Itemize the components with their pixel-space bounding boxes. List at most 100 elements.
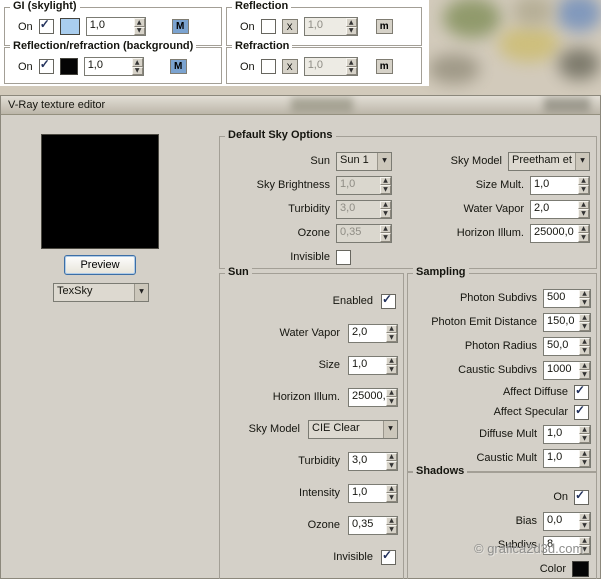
sun-sky-model-dropdown[interactable]: CIE Clear ▼ — [308, 419, 398, 439]
bias-spinner[interactable]: 0,0 ▲ ▼ — [543, 511, 591, 531]
sun-ozone-spinner[interactable]: 0,35 ▲ ▼ — [348, 515, 398, 535]
spin-up-button[interactable]: ▲ — [579, 512, 590, 521]
refraction-clear-button[interactable]: X — [281, 59, 298, 74]
spin-up-button[interactable]: ▲ — [578, 200, 589, 209]
background-color-swatch[interactable] — [59, 58, 78, 75]
spin-up-button[interactable]: ▲ — [386, 484, 397, 493]
spin-up-button[interactable]: ▲ — [579, 289, 590, 298]
spin-down-button[interactable]: ▼ — [386, 493, 397, 502]
spin-value[interactable]: 150,0 — [544, 314, 579, 331]
refraction-map-button[interactable]: m — [375, 59, 393, 74]
spin-down-button[interactable]: ▼ — [579, 458, 590, 467]
spin-up-button[interactable]: ▲ — [579, 313, 590, 322]
spin-up-button[interactable]: ▲ — [131, 58, 143, 67]
spin-down-button[interactable]: ▼ — [579, 322, 590, 331]
spin-up-button[interactable]: ▲ — [386, 356, 397, 365]
spin-up-button[interactable]: ▲ — [345, 18, 357, 27]
spin-down-button[interactable]: ▼ — [386, 461, 397, 470]
spin-up-button[interactable]: ▲ — [386, 324, 397, 333]
spin-value[interactable]: 1,0 — [531, 177, 578, 194]
gi-on-checkbox[interactable]: ✓ — [38, 17, 54, 34]
spin-value[interactable]: 50,0 — [544, 338, 579, 355]
spin-up-button[interactable]: ▲ — [579, 425, 590, 434]
turbidity-spinner[interactable]: 3,0 ▲ ▼ — [336, 199, 392, 219]
spin-value[interactable]: 1,0 — [337, 177, 380, 194]
spin-up-button[interactable]: ▲ — [579, 337, 590, 346]
reflection-clear-button[interactable]: X — [281, 19, 298, 34]
default-sky-invisible-checkbox[interactable]: ✓ — [336, 249, 351, 265]
diffuse-mult-spinner[interactable]: 1,0 ▲ ▼ — [543, 424, 591, 444]
horizon-illum-spinner[interactable]: 25000,0 ▲ ▼ — [530, 223, 590, 243]
sun-enabled-checkbox[interactable]: ✓ — [381, 292, 396, 309]
spin-value[interactable]: 1,0 — [544, 450, 579, 467]
texture-type-dropdown[interactable]: TexSky ▼ — [53, 283, 149, 302]
spin-value[interactable]: 500 — [544, 290, 579, 307]
spin-up-button[interactable]: ▲ — [386, 452, 397, 461]
spin-value[interactable]: 1,0 — [305, 18, 346, 35]
photon-subdivs-spinner[interactable]: 500 ▲ ▼ — [543, 288, 591, 308]
spin-down-button[interactable]: ▼ — [579, 521, 590, 530]
reflection-on-checkbox[interactable]: ✓ — [260, 19, 276, 34]
spin-down-button[interactable]: ▼ — [133, 26, 145, 35]
affect-diffuse-checkbox[interactable]: ✓ — [574, 383, 589, 400]
spin-value[interactable]: 1,0 — [85, 58, 132, 75]
spin-value[interactable]: 2,0 — [531, 201, 578, 218]
sun-dropdown[interactable]: Sun 1 ▼ — [336, 151, 392, 171]
spin-down-button[interactable]: ▼ — [345, 66, 357, 75]
spin-up-button[interactable]: ▲ — [386, 388, 397, 397]
refraction-multiplier-spinner[interactable]: 1,0 ▲ ▼ — [303, 57, 358, 76]
spin-down-button[interactable]: ▼ — [579, 434, 590, 443]
sky-model-dropdown[interactable]: Preetham et al ▼ — [508, 151, 590, 171]
spin-down-button[interactable]: ▼ — [578, 209, 589, 218]
spin-value[interactable]: 3,0 — [337, 201, 380, 218]
spin-value[interactable]: 1,0 — [544, 426, 579, 443]
spin-value[interactable]: 2,0 — [349, 325, 386, 342]
sun-size-spinner[interactable]: 1,0 ▲ ▼ — [348, 355, 398, 375]
refl-refr-multiplier-spinner[interactable]: 1,0 ▲ ▼ — [83, 57, 144, 76]
spin-value[interactable]: 1,0 — [349, 485, 386, 502]
photon-emit-distance-spinner[interactable]: 150,0 ▲ ▼ — [543, 312, 591, 332]
spin-down-button[interactable]: ▼ — [579, 370, 590, 379]
spin-down-button[interactable]: ▼ — [386, 397, 397, 406]
sun-water-vapor-spinner[interactable]: 2,0 ▲ ▼ — [348, 323, 398, 343]
spin-down-button[interactable]: ▼ — [578, 233, 589, 242]
preview-button[interactable]: Preview — [64, 255, 136, 275]
spin-up-button[interactable]: ▲ — [578, 224, 589, 233]
spin-down-button[interactable]: ▼ — [578, 185, 589, 194]
spin-down-button[interactable]: ▼ — [131, 66, 143, 75]
sun-invisible-checkbox[interactable]: ✓ — [381, 548, 396, 565]
caustic-subdivs-spinner[interactable]: 1000 ▲ ▼ — [543, 360, 591, 380]
spin-value[interactable]: 1,0 — [305, 58, 346, 75]
spin-value[interactable]: 1000 — [544, 362, 579, 379]
caustic-mult-spinner[interactable]: 1,0 ▲ ▼ — [543, 448, 591, 468]
refraction-on-checkbox[interactable]: ✓ — [260, 59, 276, 74]
gi-color-swatch[interactable] — [59, 18, 80, 35]
sun-turbidity-spinner[interactable]: 3,0 ▲ ▼ — [348, 451, 398, 471]
spin-value[interactable]: 1,0 — [349, 357, 386, 374]
spin-down-button[interactable]: ▼ — [345, 26, 357, 35]
refl-refr-on-checkbox[interactable]: ✓ — [38, 57, 54, 74]
spin-value[interactable]: 3,0 — [349, 453, 386, 470]
shadow-color-swatch[interactable] — [572, 561, 589, 577]
spin-up-button[interactable]: ▲ — [133, 18, 145, 27]
spin-up-button[interactable]: ▲ — [578, 176, 589, 185]
spin-value[interactable]: 25000,0 — [531, 225, 578, 242]
sun-intensity-spinner[interactable]: 1,0 ▲ ▼ — [348, 483, 398, 503]
window-titlebar[interactable]: V-Ray texture editor — [1, 96, 600, 115]
spin-value[interactable]: 1,0 — [87, 18, 134, 35]
photon-radius-spinner[interactable]: 50,0 ▲ ▼ — [543, 336, 591, 356]
spin-value[interactable]: 0,35 — [349, 517, 386, 534]
spin-up-button[interactable]: ▲ — [579, 361, 590, 370]
refl-refr-map-button[interactable]: M — [169, 59, 187, 74]
spin-value[interactable]: 0,0 — [544, 513, 579, 530]
shadows-on-checkbox[interactable]: ✓ — [574, 488, 589, 505]
spin-down-button[interactable]: ▼ — [579, 298, 590, 307]
reflection-multiplier-spinner[interactable]: 1,0 ▲ ▼ — [303, 17, 358, 36]
sun-horizon-illum-spinner[interactable]: 25000,0▲▼ — [348, 387, 398, 407]
spin-value[interactable]: 25000,0 — [349, 389, 386, 406]
spin-down-button[interactable]: ▼ — [386, 333, 397, 342]
spin-down-button[interactable]: ▼ — [579, 346, 590, 355]
water-vapor-spinner[interactable]: 2,0 ▲ ▼ — [530, 199, 590, 219]
spin-value[interactable]: 0,35 — [337, 225, 380, 242]
spin-up-button[interactable]: ▲ — [345, 58, 357, 67]
